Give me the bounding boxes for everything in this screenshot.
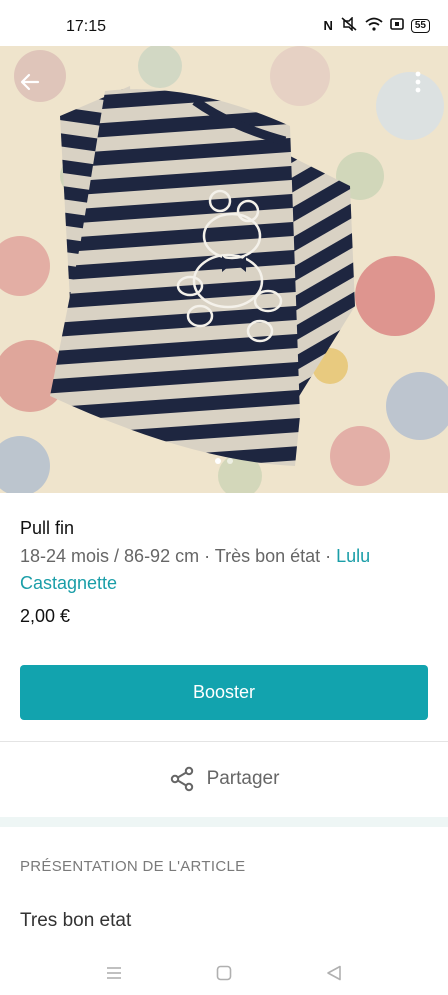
item-title: Pull fin (20, 518, 75, 538)
arrow-left-icon (20, 73, 40, 91)
section-separator (0, 817, 448, 827)
sim-icon (390, 17, 404, 34)
home-button[interactable] (214, 963, 234, 983)
back-button[interactable] (12, 64, 48, 100)
square-icon (216, 965, 232, 980)
more-options-button[interactable] (400, 64, 436, 100)
page-dot-1[interactable] (215, 458, 221, 464)
system-back-button[interactable] (324, 963, 344, 983)
item-meta: 18-24 mois / 86-92 cm · Très bon état · … (20, 543, 430, 597)
share-icon (170, 766, 193, 792)
more-vertical-icon (415, 71, 421, 93)
item-size-condition: 18-24 mois / 86-92 cm · Très bon état · (20, 546, 337, 566)
sweater-image (0, 46, 448, 493)
page-dot-2[interactable] (227, 458, 233, 464)
share-label: Partager (206, 768, 280, 789)
product-details: Pull fin 18-24 mois / 86-92 cm · Très bo… (20, 516, 430, 628)
status-time: 17:15 (66, 18, 107, 35)
menu-icon (107, 966, 121, 979)
mute-icon (340, 16, 358, 34)
section-title: PRÉSENTATION DE L'ARTICLE (20, 858, 246, 875)
share-button[interactable]: Partager (0, 742, 448, 816)
product-photo[interactable] (0, 46, 448, 493)
menu-button[interactable] (104, 963, 124, 983)
triangle-back-icon (327, 965, 341, 980)
item-description: Tres bon etat (20, 910, 132, 931)
nfc-icon: N (323, 18, 333, 33)
status-icons: N 55 (323, 16, 430, 34)
status-bar: 17:15 N 55 (0, 0, 448, 46)
wifi-icon (365, 17, 383, 34)
image-pagination (0, 458, 448, 464)
battery-icon: 55 (410, 18, 430, 33)
system-nav-bar (0, 950, 448, 995)
booster-button[interactable]: Booster (20, 665, 428, 720)
item-price: 2,00 € (20, 606, 71, 626)
